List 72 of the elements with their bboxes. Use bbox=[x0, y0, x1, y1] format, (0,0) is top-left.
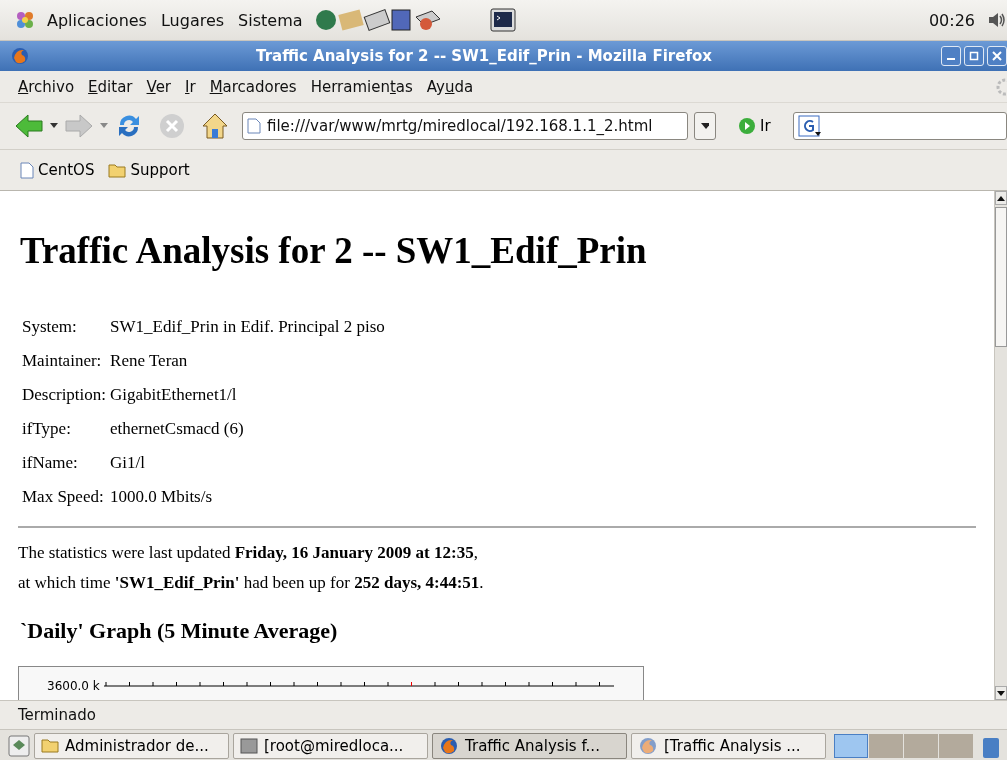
firefox-icon bbox=[638, 735, 658, 756]
up-arrow-icon bbox=[997, 195, 1005, 201]
info-label: Description: bbox=[22, 384, 107, 406]
flower-icon[interactable] bbox=[14, 9, 36, 31]
terminal-icon bbox=[240, 737, 258, 754]
minimize-icon bbox=[947, 58, 955, 60]
info-label: System: bbox=[22, 316, 78, 338]
close-button[interactable] bbox=[987, 46, 1007, 66]
panel-menu[interactable]: Lugares bbox=[157, 8, 228, 32]
info-value: Rene Teran bbox=[110, 350, 189, 372]
menu-item[interactable]: Ir bbox=[179, 75, 202, 98]
history-dropdown-button[interactable] bbox=[694, 112, 716, 140]
window-title: Traffic Analysis for 2 -- SW1_Edif_Prin - Mozilla Firefox bbox=[255, 47, 713, 65]
folder-icon bbox=[41, 738, 59, 753]
clock[interactable]: 00:26 bbox=[928, 10, 975, 30]
terminal-icon[interactable] bbox=[489, 8, 516, 32]
menu-item[interactable]: Editar bbox=[82, 75, 139, 98]
url-text: file:///var/www/mrtg/miredlocal/192.168.1.1_2.html bbox=[267, 117, 653, 135]
maximize-icon bbox=[969, 51, 979, 61]
menu-item[interactable]: Ayuda bbox=[420, 75, 480, 98]
bookmark[interactable]: Support bbox=[108, 161, 190, 179]
search-field[interactable] bbox=[792, 112, 1007, 140]
info-value: SW1_Edif_Prin in Edif. Principal 2 piso bbox=[110, 316, 385, 338]
home-button[interactable] bbox=[200, 111, 230, 141]
info-value: ethernetCsmacd (6) bbox=[110, 418, 245, 440]
dropdown-arrow-icon[interactable] bbox=[50, 123, 58, 129]
graph-heading: `Daily' Graph (5 Minute Average) bbox=[20, 618, 339, 644]
play-icon bbox=[738, 117, 756, 135]
menu-item[interactable]: Ver bbox=[140, 75, 178, 98]
scrollbar[interactable] bbox=[994, 191, 1007, 700]
close-icon bbox=[992, 51, 1002, 61]
firefox-icon[interactable] bbox=[10, 46, 30, 66]
workspace-button[interactable] bbox=[939, 733, 973, 758]
axis-label: 3600.0 k bbox=[47, 679, 100, 693]
page-icon bbox=[247, 118, 261, 134]
menu-item[interactable]: Archivo bbox=[12, 75, 81, 98]
taskbar-button[interactable]: Administrador de... bbox=[34, 732, 229, 759]
maximize-button[interactable] bbox=[964, 46, 984, 66]
folder-icon bbox=[108, 162, 127, 178]
taskbar-button[interactable]: [root@miredloca... bbox=[233, 732, 428, 759]
caret-icon bbox=[701, 123, 709, 129]
menu-item[interactable]: Marcadores bbox=[203, 75, 303, 98]
down-arrow-icon bbox=[997, 690, 1005, 696]
info-label: ifType: bbox=[22, 418, 72, 440]
taskbar-button[interactable]: Traffic Analysis f... bbox=[432, 732, 627, 759]
page-icon bbox=[20, 161, 34, 179]
taskbar-button[interactable]: [Traffic Analysis ... bbox=[631, 732, 826, 759]
menu-item[interactable]: Herramientas bbox=[304, 75, 419, 98]
workspace-button[interactable] bbox=[904, 733, 938, 758]
firefox-icon bbox=[439, 735, 459, 756]
panel-menu[interactable]: Sistema bbox=[235, 8, 306, 32]
workspace-button[interactable] bbox=[834, 733, 868, 758]
speaker-icon[interactable] bbox=[987, 10, 1007, 30]
info-label: Maintainer: bbox=[22, 350, 103, 372]
info-value: 1000.0 Mbits/s bbox=[110, 486, 214, 508]
workspace-button[interactable] bbox=[869, 733, 903, 758]
address-field[interactable]: file:///var/www/mrtg/miredlocal/192.168.1.1_2.html bbox=[242, 112, 688, 140]
minimize-button[interactable] bbox=[941, 46, 961, 66]
bookmark[interactable]: CentOS bbox=[20, 161, 95, 179]
go-button[interactable]: Ir bbox=[732, 116, 777, 136]
status-text: Terminado bbox=[18, 706, 96, 724]
google-icon[interactable] bbox=[797, 115, 822, 137]
status-sentence: at which time 'SW1_Edif_Prin' had been up for 252 days, 4:44:51. bbox=[18, 572, 485, 594]
info-label: Max Speed: bbox=[22, 486, 105, 508]
status-sentence: The statistics were last updated Friday, 16 January 2009 at 12:35, bbox=[18, 542, 479, 564]
info-label: ifName: bbox=[22, 452, 79, 474]
page-heading: Traffic Analysis for 2 -- SW1_Edif_Prin bbox=[20, 229, 648, 272]
show-desktop-button[interactable] bbox=[8, 734, 30, 757]
panel-menu[interactable]: Aplicaciones bbox=[44, 8, 150, 32]
info-value: GigabitEthernet1/l bbox=[110, 384, 238, 406]
back-button[interactable] bbox=[14, 112, 44, 140]
info-value: Gi1/l bbox=[110, 452, 146, 474]
